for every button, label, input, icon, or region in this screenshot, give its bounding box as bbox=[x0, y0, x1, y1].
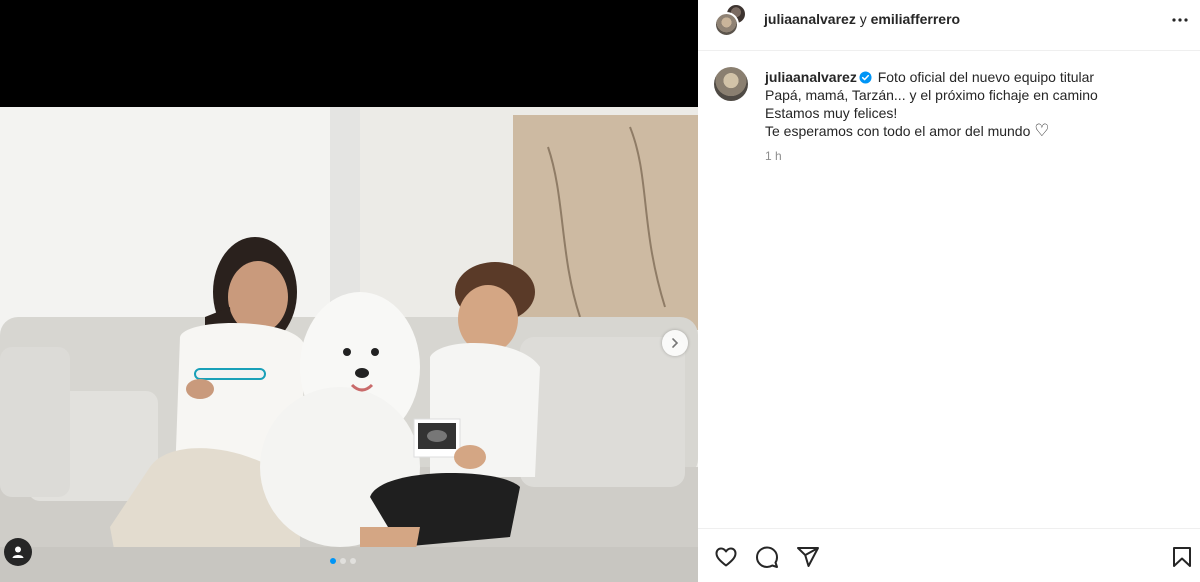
caption-text: juliaanalvarez Foto oficial del nuevo eq… bbox=[765, 68, 1165, 140]
avatar bbox=[714, 12, 739, 37]
post-header: juliaanalvarez y emiliafferrero bbox=[698, 0, 1200, 51]
share-button[interactable] bbox=[796, 545, 820, 569]
caption-line: Papá, mamá, Tarzán... y el próximo ficha… bbox=[765, 87, 1098, 103]
post-photo bbox=[0, 107, 698, 582]
bookmark-icon bbox=[1173, 547, 1191, 567]
save-button[interactable] bbox=[1170, 545, 1194, 569]
share-icon bbox=[797, 547, 819, 567]
post-side-panel: juliaanalvarez y emiliafferrero juliaana… bbox=[698, 0, 1200, 582]
author-joiner: y bbox=[855, 11, 871, 27]
tagged-people-button[interactable] bbox=[4, 538, 32, 566]
verified-icon bbox=[859, 71, 872, 84]
avatar[interactable] bbox=[714, 67, 748, 101]
heart-icon bbox=[715, 547, 737, 567]
collaborator-username[interactable]: emiliafferrero bbox=[871, 11, 960, 27]
carousel-dot bbox=[330, 558, 336, 564]
next-slide-button[interactable] bbox=[662, 330, 688, 356]
person-tag-icon bbox=[12, 546, 24, 558]
more-options-button[interactable] bbox=[1168, 8, 1192, 32]
collab-avatars[interactable] bbox=[714, 3, 748, 39]
caption-line: Foto oficial del nuevo equipo titular bbox=[877, 69, 1095, 85]
caption-line: Estamos muy felices! bbox=[765, 105, 898, 121]
comment-button[interactable] bbox=[755, 545, 779, 569]
caption-username[interactable]: juliaanalvarez bbox=[765, 69, 857, 85]
post-authors: juliaanalvarez y emiliafferrero bbox=[764, 11, 960, 27]
post-timestamp[interactable]: 1 h bbox=[765, 149, 782, 163]
instagram-post: juliaanalvarez y emiliafferrero juliaana… bbox=[0, 0, 1200, 582]
comment-icon bbox=[756, 546, 778, 568]
caption-line-last: Te esperamos con todo el amor del mundo … bbox=[765, 122, 1165, 140]
action-bar bbox=[698, 528, 1200, 582]
heart-emoji: ♡ bbox=[1034, 121, 1050, 140]
more-icon bbox=[1172, 18, 1188, 22]
post-media bbox=[0, 0, 698, 582]
carousel-dot bbox=[340, 558, 346, 564]
author-username[interactable]: juliaanalvarez bbox=[764, 11, 856, 27]
carousel-indicator bbox=[330, 558, 356, 564]
carousel-dot bbox=[350, 558, 356, 564]
caption-line: Te esperamos con todo el amor del mundo bbox=[765, 123, 1031, 139]
chevron-right-icon bbox=[672, 338, 679, 348]
like-button[interactable] bbox=[714, 545, 738, 569]
